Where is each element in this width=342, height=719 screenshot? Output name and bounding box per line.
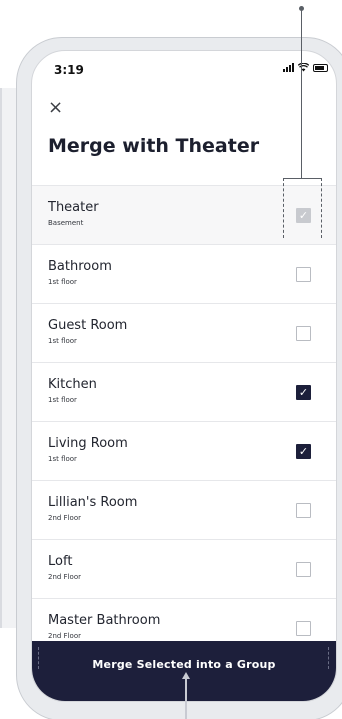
- close-icon[interactable]: ×: [48, 99, 66, 117]
- checkmark-icon: ✓: [298, 445, 309, 458]
- callout-line: [283, 178, 322, 179]
- callout-line: [283, 178, 285, 238]
- list-item[interactable]: Living Room 1st floor ✓: [32, 422, 336, 481]
- list-item[interactable]: Bathroom 1st floor: [32, 245, 336, 304]
- room-name: Loft: [48, 554, 73, 569]
- divider: [38, 647, 40, 669]
- room-name: Kitchen: [48, 377, 97, 392]
- room-floor: 1st floor: [48, 396, 77, 404]
- room-floor: 1st floor: [48, 455, 77, 463]
- signal-icon: [283, 63, 294, 72]
- list-item: Theater Basement ✓: [32, 186, 336, 245]
- checkbox-checked[interactable]: ✓: [296, 385, 311, 400]
- list-item[interactable]: Lillian's Room 2nd Floor: [32, 481, 336, 540]
- checkbox-checked[interactable]: ✓: [296, 444, 311, 459]
- wifi-icon: [298, 63, 309, 72]
- checkbox[interactable]: [296, 503, 311, 518]
- room-floor: 2nd Floor: [48, 573, 81, 581]
- room-floor: 2nd Floor: [48, 632, 81, 640]
- callout-line: [321, 178, 323, 238]
- room-floor: Basement: [48, 219, 84, 227]
- room-name: Theater: [48, 200, 99, 215]
- room-name: Master Bathroom: [48, 613, 161, 628]
- callout-line: [185, 679, 187, 719]
- status-icons: [283, 63, 328, 72]
- room-name: Guest Room: [48, 318, 128, 333]
- checkbox-disabled: ✓: [296, 208, 311, 223]
- merge-selected-label: Merge Selected into a Group: [92, 658, 276, 671]
- checkmark-icon: ✓: [298, 386, 309, 399]
- checkbox[interactable]: [296, 326, 311, 341]
- checkbox[interactable]: [296, 267, 311, 282]
- checkmark-icon: ✓: [298, 209, 309, 222]
- room-name: Living Room: [48, 436, 128, 451]
- room-name: Bathroom: [48, 259, 112, 274]
- arrow-up-icon: [182, 672, 190, 679]
- divider: [328, 647, 330, 669]
- phone-screen: 3:19 × Merge with Theater Theater Baseme…: [31, 50, 337, 702]
- list-item[interactable]: Guest Room 1st floor: [32, 304, 336, 363]
- list-item[interactable]: Kitchen 1st floor ✓: [32, 363, 336, 422]
- room-list: Theater Basement ✓ Bathroom 1st floor Gu…: [32, 185, 336, 658]
- room-floor: 2nd Floor: [48, 514, 81, 522]
- room-floor: 1st floor: [48, 337, 77, 345]
- page-title: Merge with Theater: [48, 135, 260, 157]
- checkbox[interactable]: [296, 621, 311, 636]
- merge-selected-button[interactable]: Merge Selected into a Group: [32, 641, 336, 701]
- callout-line: [301, 10, 302, 178]
- stage: 3:19 × Merge with Theater Theater Baseme…: [0, 0, 342, 719]
- room-name: Lillian's Room: [48, 495, 138, 510]
- checkbox[interactable]: [296, 562, 311, 577]
- list-item[interactable]: Loft 2nd Floor: [32, 540, 336, 599]
- status-time: 3:19: [54, 63, 84, 77]
- battery-icon: [313, 63, 328, 72]
- room-floor: 1st floor: [48, 278, 77, 286]
- status-bar: 3:19: [32, 51, 336, 85]
